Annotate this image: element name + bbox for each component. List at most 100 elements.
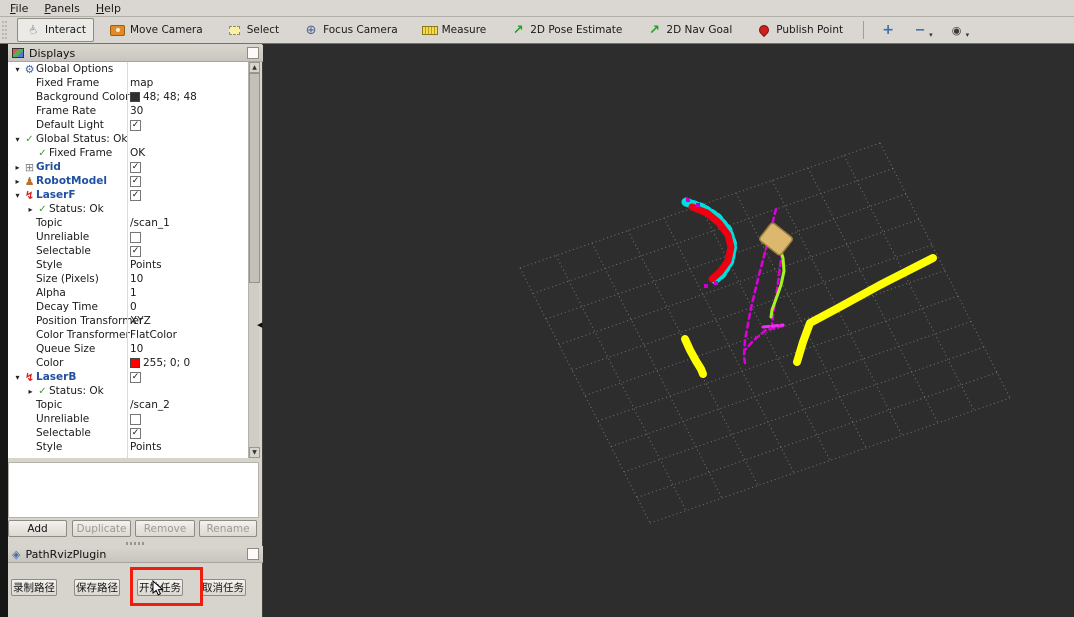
- panel-collapse-icon[interactable]: ◂: [257, 318, 263, 331]
- value-text[interactable]: Points: [130, 259, 162, 271]
- plugin-float-button[interactable]: [247, 548, 259, 560]
- value-text[interactable]: 1: [130, 287, 137, 299]
- displays-panel-header[interactable]: Displays: [8, 45, 263, 62]
- menu-item-help[interactable]: Help: [96, 2, 121, 15]
- add-button[interactable]: Add: [8, 520, 67, 537]
- menu-item-panels[interactable]: Panels: [44, 2, 79, 15]
- tree-row[interactable]: Topic/scan_1: [8, 216, 248, 230]
- color-swatch[interactable]: [130, 358, 140, 368]
- expand-open-icon[interactable]: ▾: [12, 135, 23, 144]
- plugin-panel-header[interactable]: ◈ PathRvizPlugin: [8, 546, 263, 563]
- tree-row[interactable]: ▾ LaserB ✓: [8, 370, 248, 384]
- tool-button-hand[interactable]: Interact: [17, 18, 94, 42]
- tree-row[interactable]: Color Transformer FlatColor: [8, 328, 248, 342]
- tree-row[interactable]: Default Light ✓: [8, 118, 248, 132]
- expand-closed-icon[interactable]: ▸: [12, 163, 23, 172]
- value-text[interactable]: OK: [130, 147, 145, 159]
- tree-row[interactable]: ▾ Global Options: [8, 62, 248, 76]
- value-text[interactable]: map: [130, 77, 153, 89]
- robot-model: [759, 222, 793, 256]
- tool-button-pin[interactable]: Publish Point: [748, 18, 851, 42]
- menu-item-file[interactable]: File: [10, 2, 28, 15]
- expand-closed-icon[interactable]: ▸: [25, 387, 36, 396]
- rename-button: Rename: [199, 520, 257, 537]
- tree-row[interactable]: Style Points: [8, 258, 248, 272]
- checkbox[interactable]: [130, 413, 141, 425]
- tree-row[interactable]: Alpha 1: [8, 286, 248, 300]
- tree-row[interactable]: ▸ Status: Ok: [8, 384, 248, 398]
- tree-row[interactable]: ▾ Global Status: Ok: [8, 132, 248, 146]
- tool-button-select-box[interactable]: Select: [219, 18, 287, 42]
- value-text[interactable]: 48; 48; 48: [143, 91, 197, 103]
- scroll-down-icon[interactable]: ▼: [249, 447, 260, 458]
- tool-button-focus[interactable]: Focus Camera: [295, 18, 406, 42]
- displays-float-button[interactable]: [247, 47, 259, 59]
- plugin-button-2[interactable]: 保存路径: [74, 579, 120, 596]
- checkbox[interactable]: ✓: [130, 161, 141, 173]
- scrollbar-thumb[interactable]: [249, 73, 260, 283]
- tree-row[interactable]: Color 255; 0; 0: [8, 356, 248, 370]
- checkbox[interactable]: ✓: [130, 175, 141, 187]
- tree-row[interactable]: Fixed Frame map: [8, 76, 248, 90]
- checkbox[interactable]: ✓: [130, 427, 141, 439]
- tree-row[interactable]: ▸ Grid ✓: [8, 160, 248, 174]
- value-text[interactable]: XYZ: [130, 315, 151, 327]
- tool-button-measure[interactable]: Measure: [414, 18, 495, 42]
- tool-button-nav-arrow[interactable]: 2D Nav Goal: [638, 18, 740, 42]
- tree-row[interactable]: ▸ Status: Ok: [8, 202, 248, 216]
- value-text[interactable]: 10: [130, 273, 143, 285]
- tree-row[interactable]: Frame Rate 30: [8, 104, 248, 118]
- value-text[interactable]: /scan_2: [130, 399, 170, 411]
- value-text[interactable]: Points: [130, 441, 162, 453]
- tree-scrollbar[interactable]: ▲ ▼: [248, 62, 260, 458]
- tree-row[interactable]: Decay Time 0: [8, 300, 248, 314]
- checkbox[interactable]: [130, 231, 141, 243]
- toolbar: Interact Move Camera Select Focus Camera Mea…: [0, 17, 1074, 44]
- tree-row[interactable]: Size (Pixels) 10: [8, 272, 248, 286]
- tree-row[interactable]: Selectable ✓: [8, 244, 248, 258]
- tree-row[interactable]: Selectable ✓: [8, 426, 248, 440]
- tree-row[interactable]: ▸ RobotModel ✓: [8, 174, 248, 188]
- property-name: Frame Rate: [36, 105, 97, 117]
- expand-closed-icon[interactable]: ▸: [12, 177, 23, 186]
- expand-open-icon[interactable]: ▾: [12, 65, 23, 74]
- tree-row[interactable]: Topic/scan_2: [8, 398, 248, 412]
- value-text[interactable]: FlatColor: [130, 329, 177, 341]
- plugin-button-4[interactable]: 取消任务: [200, 579, 246, 596]
- value-text[interactable]: 0: [130, 301, 137, 313]
- tree-row[interactable]: Position Transformer XYZ: [8, 314, 248, 328]
- expand-open-icon[interactable]: ▾: [12, 191, 23, 200]
- expand-open-icon[interactable]: ▾: [12, 373, 23, 382]
- remove-tool-button[interactable]: ▾: [908, 20, 937, 40]
- toolbar-grip[interactable]: [2, 21, 7, 39]
- tree-row[interactable]: Unreliable: [8, 230, 248, 244]
- checkbox[interactable]: ✓: [130, 119, 141, 131]
- minus-tool-icon: [912, 22, 928, 38]
- checkbox[interactable]: ✓: [130, 371, 141, 383]
- tree-row[interactable]: Queue Size 10: [8, 342, 248, 356]
- dock-splitter-handle[interactable]: [126, 542, 146, 545]
- scroll-up-icon[interactable]: ▲: [249, 62, 260, 73]
- tool-button-move-camera[interactable]: Move Camera: [102, 18, 211, 42]
- add-tool-button[interactable]: [876, 20, 900, 40]
- tree-row[interactable]: Background Color 48; 48; 48: [8, 90, 248, 104]
- tree-row[interactable]: Style Points: [8, 440, 248, 454]
- checkbox[interactable]: ✓: [130, 245, 141, 257]
- 3d-viewport[interactable]: [263, 44, 1074, 617]
- color-swatch[interactable]: [130, 92, 140, 102]
- tree-row[interactable]: ▾ LaserF ✓: [8, 188, 248, 202]
- value-text[interactable]: 10: [130, 343, 143, 355]
- plugin-button-1[interactable]: 录制路径: [11, 579, 57, 596]
- laser-icon: [23, 371, 36, 383]
- checkbox[interactable]: ✓: [130, 189, 141, 201]
- tool-properties-button[interactable]: ▾: [945, 20, 974, 40]
- tree-row[interactable]: Unreliable: [8, 412, 248, 426]
- value-text[interactable]: 30: [130, 105, 143, 117]
- tool-button-pose-arrow[interactable]: 2D Pose Estimate: [502, 18, 630, 42]
- value-text[interactable]: 255; 0; 0: [143, 357, 190, 369]
- tree-row[interactable]: Fixed Frame OK: [8, 146, 248, 160]
- expand-closed-icon[interactable]: ▸: [25, 205, 36, 214]
- value-text[interactable]: /scan_1: [130, 217, 170, 229]
- property-value: 255; 0; 0: [130, 357, 190, 369]
- tool-label: Publish Point: [776, 24, 844, 36]
